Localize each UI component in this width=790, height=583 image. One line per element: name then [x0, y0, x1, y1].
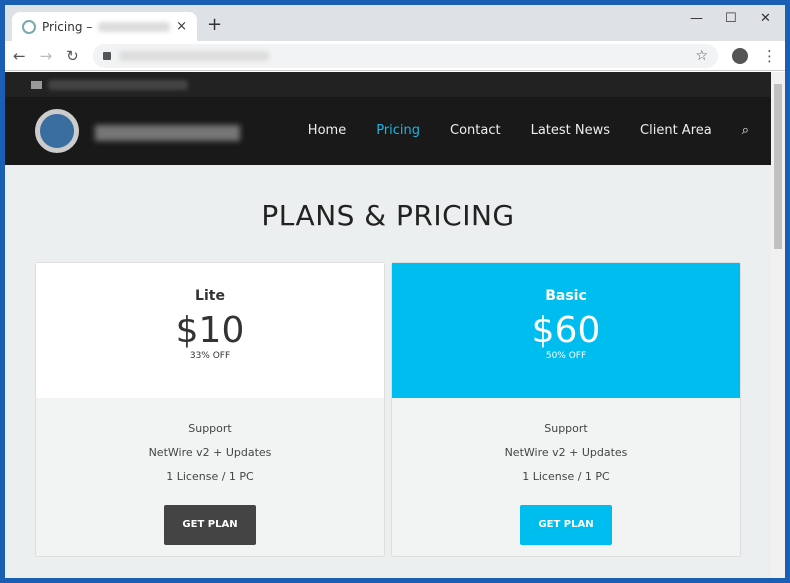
bookmark-star-icon[interactable]: ☆ [695, 48, 708, 64]
lock-icon [102, 51, 111, 60]
plan-name: Lite [195, 288, 225, 304]
nav-home[interactable]: Home [308, 123, 346, 138]
plan-price: $60 [531, 310, 601, 351]
plan-feature: Support [188, 422, 232, 435]
reload-button[interactable]: ↻ [66, 47, 79, 65]
envelope-icon [31, 80, 42, 89]
web-page: Home Pricing Contact Latest News Client … [5, 72, 771, 578]
get-plan-button[interactable]: GET PLAN [520, 505, 612, 545]
back-button[interactable]: ← [13, 47, 26, 65]
close-tab-icon[interactable]: × [176, 19, 187, 34]
top-bar [5, 72, 771, 97]
toolbar: ← → ↻ ☆ ⋮ [5, 41, 785, 71]
plan-price: $10 [175, 310, 245, 351]
site-logo[interactable] [35, 109, 79, 153]
tab-title-blurred [98, 21, 171, 32]
main-nav: Home Pricing Contact Latest News Client … [5, 97, 771, 165]
plan-feature: 1 License / 1 PC [522, 470, 610, 483]
get-plan-button[interactable]: GET PLAN [164, 505, 256, 545]
plan-card-lite: Lite $10 33% OFF Support NetWire v2 + Up… [35, 262, 385, 557]
plan-feature: NetWire v2 + Updates [504, 446, 628, 459]
menu-icon[interactable]: ⋮ [762, 47, 777, 65]
tab-bar: Pricing – × + — ☐ ✕ [5, 5, 785, 41]
new-tab-button[interactable]: + [207, 14, 222, 35]
scrollbar[interactable] [771, 72, 785, 578]
address-bar[interactable]: ☆ [92, 43, 718, 68]
page-title: PLANS & PRICING [261, 199, 515, 232]
nav-pricing[interactable]: Pricing [376, 123, 420, 138]
url-blurred [118, 50, 269, 61]
forward-button[interactable]: → [40, 47, 53, 65]
profile-icon[interactable] [732, 47, 748, 64]
tab-title: Pricing – [42, 19, 93, 34]
browser-tab[interactable]: Pricing – × [12, 12, 197, 41]
plan-feature: Support [544, 422, 588, 435]
favicon-icon [22, 19, 36, 34]
plan-feature: 1 License / 1 PC [166, 470, 254, 483]
browser-window: Pricing – × + — ☐ ✕ ← → ↻ ☆ ⋮ Home Prici… [5, 5, 785, 578]
plan-discount: 33% OFF [189, 351, 231, 361]
search-icon[interactable]: ⌕ [742, 123, 749, 138]
plan-discount: 50% OFF [545, 351, 587, 361]
nav-latest-news[interactable]: Latest News [531, 123, 610, 138]
close-window-button[interactable]: ✕ [760, 11, 771, 26]
maximize-button[interactable]: ☐ [725, 11, 737, 26]
nav-client-area[interactable]: Client Area [640, 123, 712, 138]
plan-feature: NetWire v2 + Updates [148, 446, 272, 459]
email-blurred [48, 79, 188, 90]
scrollbar-thumb[interactable] [774, 84, 782, 249]
plan-card-basic: Basic $60 50% OFF Support NetWire v2 + U… [391, 262, 741, 557]
nav-contact[interactable]: Contact [450, 123, 501, 138]
site-name-blurred [95, 125, 240, 141]
plan-name: Basic [545, 288, 587, 304]
minimize-button[interactable]: — [690, 11, 703, 26]
